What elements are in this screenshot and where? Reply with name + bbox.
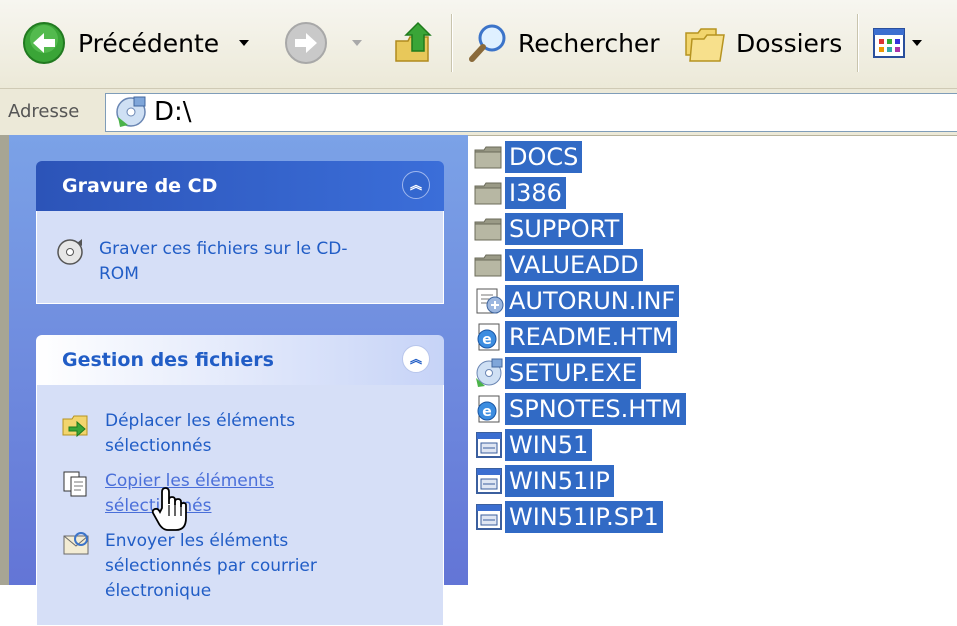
file-tasks-title: Gestion des fichiers [62, 349, 274, 371]
address-label: Adresse [8, 101, 80, 122]
file-item[interactable]: AUTORUN.INF [473, 284, 680, 318]
burn-cd-task[interactable]: Graver ces fichiers sur le CD-ROM [55, 237, 359, 287]
svg-text:e: e [482, 404, 492, 420]
folder-icon [473, 213, 505, 245]
collapse-cd-panel-button[interactable]: ︽ [402, 171, 430, 199]
file-name: DOCS [505, 141, 583, 173]
file-name: SETUP.EXE [505, 357, 641, 389]
search-label: Rechercher [518, 28, 660, 58]
up-button[interactable] [392, 8, 436, 78]
folders-label: Dossiers [736, 28, 843, 58]
search-button[interactable]: Rechercher [466, 8, 660, 78]
folder-icon [473, 249, 505, 281]
file-tasks-panel: Gestion des fichiers ︽ Déplacer les élém… [36, 335, 444, 626]
file-item[interactable]: e README.HTM [473, 320, 677, 354]
forward-arrow-icon [285, 22, 327, 64]
file-name: AUTORUN.INF [505, 285, 680, 317]
folder-icon [473, 141, 505, 173]
file-item[interactable]: WIN51IP [473, 464, 614, 498]
file-item[interactable]: SUPPORT [473, 212, 624, 246]
copy-icon [63, 471, 87, 497]
cd-burning-title: Gravure de CD [62, 175, 218, 197]
system-file-icon [473, 429, 505, 461]
html-document-icon: e [473, 321, 505, 353]
file-item[interactable]: SETUP.EXE [473, 356, 641, 390]
cd-burning-panel: Gravure de CD ︽ Graver ces fichiers sur … [36, 161, 444, 304]
back-dropdown-icon[interactable] [239, 40, 250, 46]
toolbar: Précédente Rechercher Dossiers [0, 0, 957, 89]
file-name: WIN51IP.SP1 [505, 501, 663, 533]
hand-cursor-icon [151, 487, 187, 531]
copy-items-task[interactable]: Copier les éléments sélectionnés [61, 469, 365, 519]
file-item[interactable]: DOCS [473, 140, 583, 174]
folders-button[interactable]: Dossiers [682, 8, 842, 78]
address-value: D:\ [154, 97, 192, 127]
forward-button[interactable] [284, 8, 362, 78]
burn-cd-task-label: Graver ces fichiers sur le CD-ROM [99, 239, 348, 284]
move-items-task[interactable]: Déplacer les éléments sélectionnés [61, 409, 365, 459]
cd-burn-icon [57, 239, 83, 265]
file-item[interactable]: VALUEADD [473, 248, 643, 282]
move-items-label: Déplacer les éléments sélectionnés [105, 411, 296, 456]
move-folder-icon [62, 415, 88, 438]
cd-burning-body: Graver ces fichiers sur le CD-ROM [36, 211, 444, 304]
file-name: WIN51 [505, 429, 593, 461]
back-button[interactable]: Précédente [22, 8, 250, 78]
views-dropdown-icon[interactable] [912, 40, 922, 46]
file-item[interactable]: e SPNOTES.HTM [473, 392, 686, 426]
forward-dropdown-icon[interactable] [352, 40, 362, 46]
file-name: I386 [505, 177, 566, 209]
search-icon [469, 24, 506, 62]
task-pane: Gravure de CD ︽ Graver ces fichiers sur … [0, 135, 468, 626]
folder-up-icon [395, 21, 432, 62]
html-document-icon: e [473, 393, 505, 425]
file-item[interactable]: WIN51IP.SP1 [473, 500, 663, 534]
cd-burning-header[interactable]: Gravure de CD ︽ [36, 161, 444, 211]
system-file-icon [473, 501, 505, 533]
back-label: Précédente [78, 28, 220, 58]
cd-drive-icon [116, 96, 146, 127]
file-name: README.HTM [505, 321, 677, 353]
svg-text:e: e [482, 332, 492, 348]
folders-icon [685, 28, 725, 62]
file-tasks-header[interactable]: Gestion des fichiers ︽ [36, 335, 444, 385]
file-name: VALUEADD [505, 249, 643, 281]
file-name: WIN51IP [505, 465, 614, 497]
back-arrow-icon [23, 22, 65, 64]
collapse-file-tasks-button[interactable]: ︽ [402, 345, 430, 373]
file-name: SUPPORT [505, 213, 624, 245]
setup-exe-icon [473, 357, 505, 389]
file-item[interactable]: I386 [473, 176, 566, 210]
file-item[interactable]: WIN51 [473, 428, 593, 462]
address-bar: Adresse D:\ [0, 89, 957, 136]
setup-info-icon [473, 285, 505, 317]
folder-icon [473, 177, 505, 209]
views-button[interactable] [872, 8, 922, 78]
system-file-icon [473, 465, 505, 497]
address-field[interactable]: D:\ [105, 93, 957, 132]
email-envelope-icon [63, 532, 89, 555]
email-items-label: Envoyer les éléments sélectionnés par co… [105, 531, 317, 601]
file-name: SPNOTES.HTM [505, 393, 686, 425]
views-icon [873, 28, 905, 58]
email-items-task[interactable]: Envoyer les éléments sélectionnés par co… [61, 529, 365, 604]
file-tasks-body: Déplacer les éléments sélectionnés Copie… [36, 385, 444, 626]
copy-items-label: Copier les éléments sélectionnés [105, 471, 275, 516]
